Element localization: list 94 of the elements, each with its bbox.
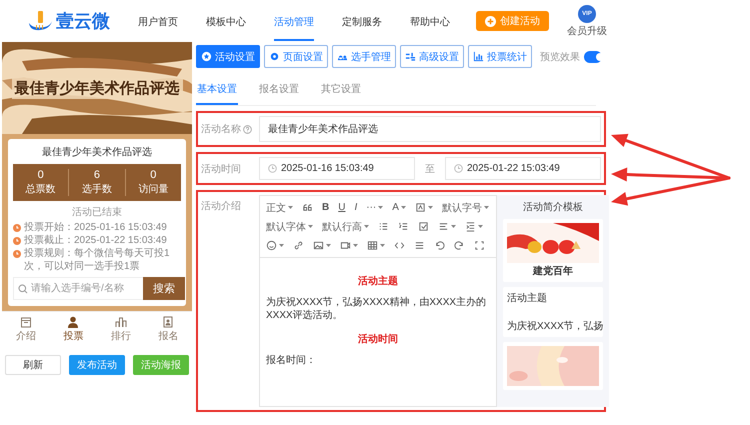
sub-tab[interactable]: 报名设置 (258, 76, 300, 105)
calendar-icon (20, 316, 32, 328)
settings-tab[interactable]: 投票统计 (468, 45, 532, 68)
clock-icon (13, 236, 21, 244)
image-icon[interactable] (313, 240, 324, 251)
toolbar-dropdown[interactable]: 默认行高 (322, 220, 362, 234)
stat-label: 访问量 (138, 182, 168, 196)
link-icon[interactable] (293, 240, 304, 251)
card-title: 最佳青少年美术作品评选 (41, 146, 153, 159)
banner-title: 最佳青少年美术作品评选 (12, 78, 182, 98)
preview-toggle[interactable] (584, 50, 602, 62)
code-icon[interactable] (394, 240, 405, 251)
template-heading: 活动主题 (507, 292, 548, 305)
paragraph: 报名时间： (266, 354, 317, 367)
section-heading: 活动时间 (357, 332, 399, 346)
refresh-button[interactable]: 刷新 (5, 355, 61, 375)
logo-text[interactable]: 壹云微 (56, 9, 110, 33)
field-label: 活动名称 (201, 123, 241, 136)
nav-tab[interactable]: 模板中心 (206, 2, 246, 40)
logo-icon (26, 9, 54, 33)
field-label: 活动时间 (201, 162, 241, 176)
template-card[interactable]: 活动主题 为庆祝XXXX节，弘扬 (503, 287, 603, 337)
template-card[interactable]: 建党百年 (503, 219, 603, 282)
nav-tab[interactable]: 定制服务 (342, 2, 382, 40)
paragraph: 为庆祝XXXX节，弘扬XXXX精神，由XXXX主办的XXXX评选活动。 (266, 296, 488, 322)
field-label: 活动介绍 (201, 200, 241, 213)
info-text: 投票截止：2025-01-22 15:03:49 (24, 234, 167, 247)
nav-tab[interactable]: 帮助中心 (410, 2, 450, 40)
align-icon[interactable] (438, 221, 449, 232)
end-date-field[interactable]: 2025-01-22 15:03:49 (445, 157, 601, 180)
toolbar-glyph[interactable]: I (354, 202, 358, 213)
search-icon (18, 284, 28, 294)
clock-icon (454, 164, 463, 173)
bottom-tab[interactable]: 介绍 (16, 316, 36, 343)
toolbar-glyph[interactable]: B (322, 202, 330, 213)
sliders-icon (405, 51, 416, 62)
video-icon[interactable] (340, 240, 351, 251)
nav-tab[interactable]: 活动管理 (274, 2, 314, 40)
bottom-tab[interactable]: 投票 (63, 316, 84, 343)
stat-label: 选手数 (82, 182, 112, 196)
settings-tab[interactable]: 活动设置 (196, 45, 260, 68)
todo-icon[interactable] (418, 221, 429, 232)
bullets-icon[interactable] (378, 221, 389, 232)
toolbar-glyph[interactable]: U (338, 202, 346, 213)
stat-value: 0 (38, 169, 44, 181)
search-input[interactable]: 请输入选手编号/名称 (31, 283, 139, 294)
name-field[interactable]: 最佳青少年美术作品评选 (259, 116, 601, 142)
bar-chart-icon (473, 51, 484, 62)
status-text: 活动已结束 (71, 206, 123, 219)
bottom-tab[interactable]: 排行 (110, 316, 131, 343)
quote-icon[interactable] (302, 202, 313, 213)
numbers-icon[interactable] (398, 221, 409, 232)
undo-icon[interactable] (434, 240, 445, 251)
nav-tab[interactable]: 用户首页 (138, 2, 178, 40)
clock-icon (268, 164, 277, 173)
section-heading: 活动主题 (357, 274, 399, 288)
toolbar-glyph[interactable]: A (392, 202, 399, 213)
stat-value: 0 (150, 169, 156, 181)
range-separator: 至 (424, 162, 436, 176)
fullscreen-icon[interactable] (474, 240, 485, 251)
toolbar-dropdown[interactable]: 正文 (266, 200, 286, 214)
template-caption: 建党百年 (532, 264, 574, 278)
upgrade-link[interactable]: 会员升级 (567, 24, 607, 38)
star-icon (201, 51, 212, 62)
toolbar-glyph[interactable]: ··· (366, 202, 376, 213)
id-card-icon (162, 316, 174, 328)
settings-tab[interactable]: 页面设置 (264, 45, 328, 68)
person-icon (67, 316, 80, 328)
start-date-field[interactable]: 2025-01-16 15:03:49 (259, 157, 415, 180)
bar-chart-icon (114, 316, 127, 328)
plus-icon (485, 16, 496, 26)
search-field[interactable]: 请输入选手编号/名称 (13, 277, 143, 300)
template-panel-title: 活动简介模板 (522, 200, 584, 214)
info-text: 投票规则：每个微信号每天可投1次，可以对同一选手投1票 (24, 247, 171, 273)
preview-label: 预览效果 (540, 50, 580, 64)
settings-tab[interactable]: 高级设置 (400, 45, 464, 68)
toolbar-dropdown[interactable]: 默认字号 (442, 200, 482, 214)
search-button[interactable]: 搜索 (143, 277, 185, 300)
info-text: 投票开始：2025-01-16 15:03:49 (24, 221, 167, 234)
clock-icon (13, 250, 21, 258)
sub-tab[interactable]: 其它设置 (320, 76, 362, 105)
toolbar-dropdown[interactable]: 默认字体 (266, 220, 306, 234)
settings-tab[interactable]: 选手管理 (332, 45, 396, 68)
stat-value: 6 (94, 169, 100, 181)
indent-icon[interactable] (465, 221, 476, 232)
clock-icon (13, 224, 21, 232)
table-icon[interactable] (367, 240, 378, 251)
stat-label: 总票数 (26, 182, 56, 196)
bottom-tab[interactable]: 报名 (158, 316, 178, 343)
publish-button[interactable]: 发布活动 (69, 355, 125, 375)
divider-icon[interactable] (414, 240, 425, 251)
redo-icon[interactable] (454, 240, 465, 251)
sub-tab[interactable]: 基本设置 (196, 76, 238, 105)
emoji-icon[interactable] (266, 240, 277, 251)
